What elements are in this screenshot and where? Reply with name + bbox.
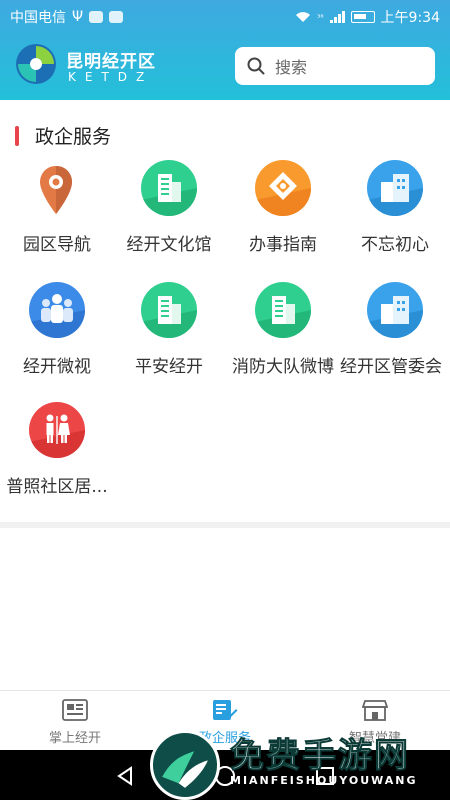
service-label: 不忘初心	[361, 235, 429, 255]
service-label: 平安经开	[135, 357, 203, 377]
service-label: 经开微视	[23, 357, 91, 377]
usb-icon: Ψ	[72, 9, 84, 25]
building-icon	[141, 160, 197, 216]
section-title: 政企服务	[35, 126, 112, 148]
status-bar: 中国电信 Ψ ³⁶ 上午9:34	[0, 0, 450, 30]
watermark-subtitle: MIANFEISHOUYOUWANG	[230, 774, 418, 787]
network-type-text: ³⁶	[317, 12, 324, 22]
carrier-text: 中国电信	[10, 10, 66, 26]
restroom-icon	[29, 402, 85, 458]
diamond-icon	[255, 160, 311, 216]
search-bar[interactable]: 搜索	[235, 47, 435, 85]
service-item-fire-brigade-weibo[interactable]: 消防大队微博	[226, 282, 338, 402]
back-icon[interactable]	[114, 765, 136, 787]
watermark-logo-icon	[150, 730, 220, 800]
service-icon	[213, 700, 238, 720]
app-header: 中国电信 Ψ ³⁶ 上午9:34 昆明经开区 KETDZ 搜索	[0, 0, 450, 100]
service-item-micro-video[interactable]: 经开微视	[0, 282, 112, 402]
watermark-title: 免费手游网	[230, 736, 410, 777]
signal-icon	[329, 11, 345, 23]
wifi-icon	[296, 12, 311, 22]
location-pin-icon	[40, 166, 72, 214]
section-header: 政企服务	[15, 122, 111, 149]
people-icon	[29, 282, 85, 338]
search-placeholder: 搜索	[275, 58, 308, 77]
watermark: 免费手游网 MIANFEISHOUYOUWANG	[150, 728, 450, 800]
section-accent-bar	[15, 125, 19, 146]
section-divider	[0, 522, 450, 528]
service-label: 园区导航	[23, 235, 91, 255]
service-label: 经开区管委会	[340, 357, 442, 377]
tab-label: 掌上经开	[48, 731, 101, 746]
service-label: 消防大队微博	[232, 357, 334, 377]
building-icon	[367, 160, 423, 216]
service-item-culture-hall[interactable]: 经开文化馆	[112, 160, 224, 280]
service-item-management-committee[interactable]: 经开区管委会	[338, 282, 450, 402]
logo-title: 昆明经开区	[66, 52, 156, 72]
battery-icon	[350, 11, 375, 23]
newspaper-icon	[62, 699, 88, 721]
service-item-puzhao-community[interactable]: 普照社区居...	[0, 402, 112, 522]
notification-icon	[89, 11, 104, 23]
search-icon	[247, 57, 265, 75]
notification-icon	[109, 11, 124, 23]
service-label: 普照社区居...	[6, 477, 108, 497]
service-label: 经开文化馆	[126, 235, 212, 255]
ketdz-logo-icon	[16, 44, 56, 84]
service-label: 办事指南	[249, 235, 317, 255]
building-icon	[367, 282, 423, 338]
store-icon	[362, 700, 388, 721]
service-item-original-aspiration[interactable]: 不忘初心	[338, 160, 450, 280]
service-item-safe-ketdz[interactable]: 平安经开	[112, 282, 224, 402]
building-icon	[141, 282, 197, 338]
service-item-guide[interactable]: 办事指南	[226, 160, 338, 280]
clock-text: 上午9:34	[380, 10, 440, 26]
logo-subtitle: KETDZ	[68, 70, 154, 84]
service-item-park-navigation[interactable]: 园区导航	[0, 160, 112, 280]
building-icon	[255, 282, 311, 338]
tab-mobile-ketdz[interactable]: 掌上经开	[0, 699, 150, 749]
